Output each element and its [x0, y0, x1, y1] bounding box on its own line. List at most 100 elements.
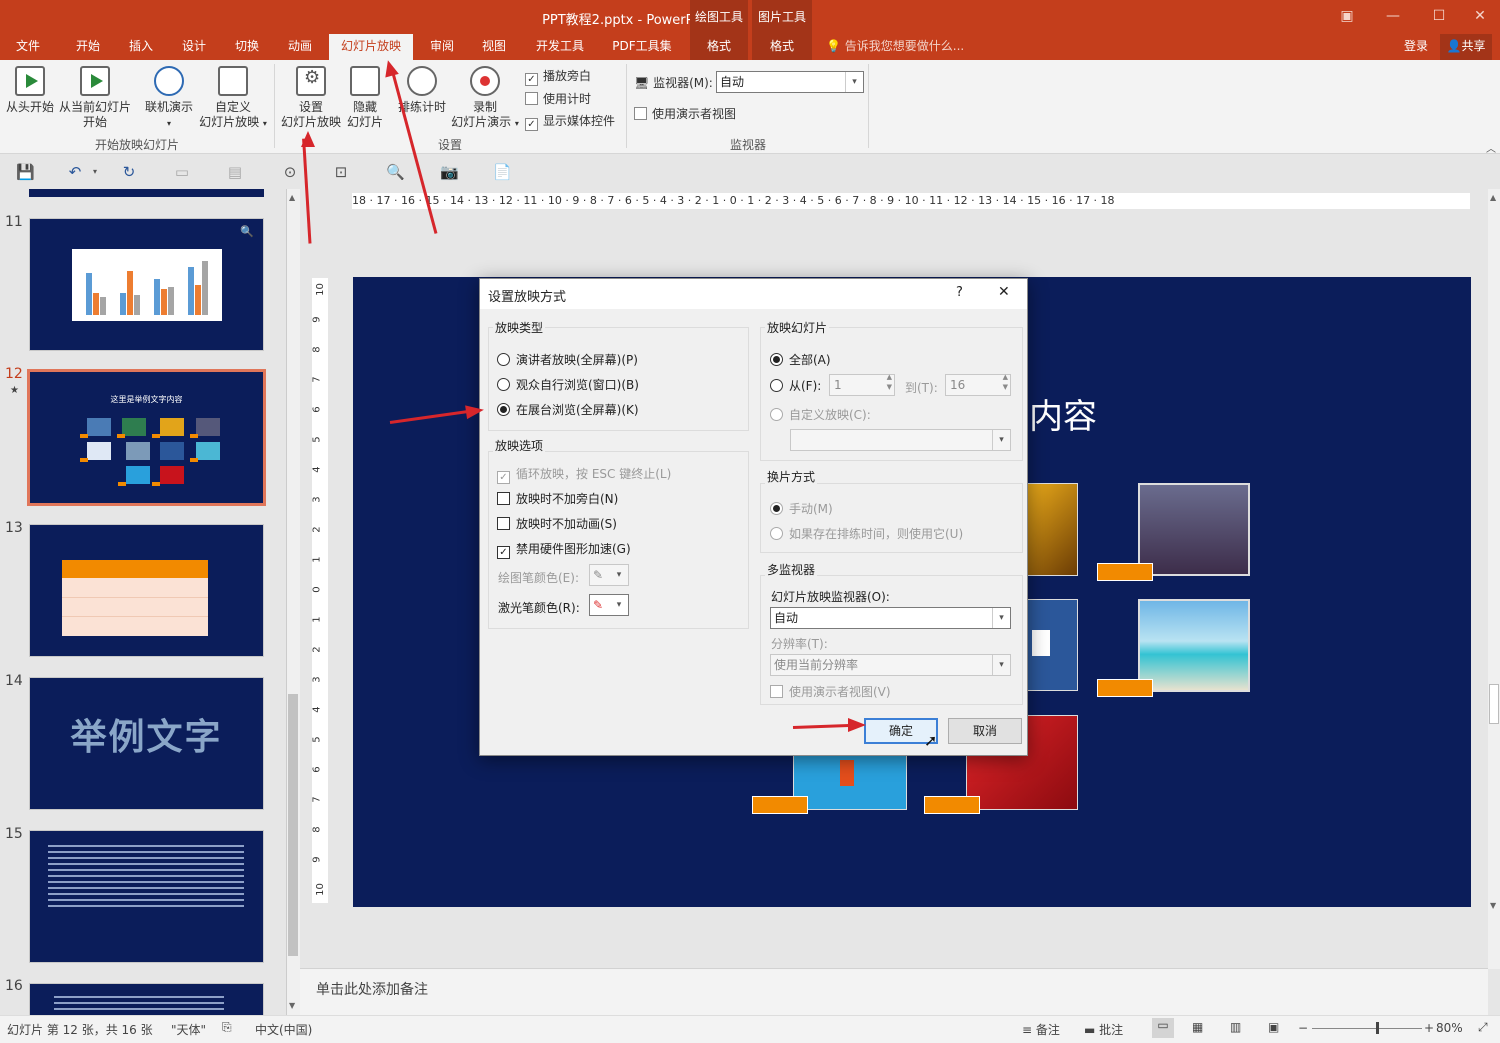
play-narrations-checkbox[interactable]: ✓ 播放旁白	[525, 67, 591, 86]
tab-home[interactable]: 开始	[62, 34, 114, 60]
no-animation-checkbox[interactable]: 放映时不加动画(S)	[497, 515, 617, 532]
scroll-thumb[interactable]	[288, 694, 298, 956]
record-slide-show-button[interactable]: 录制 幻灯片演示 ▾	[450, 66, 520, 131]
zoom-slider-thumb[interactable]	[1376, 1022, 1379, 1034]
slide-10-thumb-partial[interactable]	[29, 189, 264, 197]
caption-tag[interactable]	[752, 796, 808, 814]
spin-arrows-icon[interactable]: ▲ ▼	[887, 372, 892, 392]
close-icon[interactable]: ✕	[1460, 0, 1500, 34]
resolution-select[interactable]: 使用当前分辨率 ▾	[770, 654, 1011, 676]
laser-color-picker[interactable]: ✎ ▾	[589, 594, 629, 616]
hide-slide-button[interactable]: 隐藏 幻灯片	[345, 66, 385, 130]
disable-hw-acceleration-checkbox[interactable]: ✓ 禁用硬件图形加速(G)	[497, 540, 631, 559]
presenter-fullscreen-radio[interactable]: 演讲者放映(全屏幕)(P)	[497, 351, 638, 368]
zoom-out-icon[interactable]: −	[1298, 1021, 1308, 1035]
fit-slide-icon[interactable]: ⤢	[1478, 1020, 1488, 1035]
zoom-level[interactable]: 80%	[1436, 1021, 1463, 1035]
pen-color-picker[interactable]: ✎ ▾	[589, 564, 629, 586]
share-button[interactable]: 👤共享	[1440, 34, 1492, 60]
tab-view[interactable]: 视图	[470, 34, 518, 60]
redo-icon[interactable]: ↻	[120, 163, 138, 181]
photo-city-night[interactable]	[1138, 483, 1250, 576]
custom-show-radio[interactable]: 自定义放映(C):	[770, 406, 871, 423]
help-button[interactable]: ?	[956, 285, 963, 300]
no-narration-checkbox[interactable]: 放映时不加旁白(N)	[497, 490, 618, 507]
comments-toggle[interactable]: ▬ 批注	[1084, 1021, 1123, 1038]
undo-icon[interactable]: ↶	[66, 163, 84, 181]
presenter-icon[interactable]: ⊙	[281, 163, 299, 181]
slide-thumb-11[interactable]: 🔍	[29, 218, 264, 351]
tab-developer[interactable]: 开发工具	[522, 34, 598, 60]
from-beginning-button[interactable]: 从头开始	[4, 66, 56, 115]
all-slides-radio[interactable]: 全部(A)	[770, 351, 831, 368]
photo-word-icon[interactable]	[1027, 599, 1078, 691]
loop-checkbox[interactable]: ✓ 循环放映，按 ESC 键终止(L)	[497, 465, 671, 484]
tab-design[interactable]: 设计	[168, 34, 220, 60]
set-up-slide-show-button[interactable]: 设置 幻灯片放映	[280, 66, 342, 130]
preview-icon[interactable]: 🔍	[386, 163, 405, 181]
layout-icon[interactable]: ▤	[226, 163, 244, 181]
tell-me-box[interactable]: 💡 告诉我您想要做什么...	[826, 34, 976, 60]
caption-tag[interactable]	[1097, 563, 1153, 581]
monitor-select[interactable]: 自动 ▾	[716, 71, 864, 93]
camera-icon[interactable]: 📷	[440, 163, 459, 181]
from-slide-radio[interactable]: 从(F):	[770, 377, 821, 394]
caption-tag[interactable]	[924, 796, 980, 814]
dialog-presenter-view-checkbox[interactable]: 使用演示者视图(V)	[770, 683, 891, 700]
slide-sorter-icon[interactable]: ▦	[1192, 1020, 1203, 1034]
caption-tag[interactable]	[1097, 679, 1153, 697]
tab-file[interactable]: 文件	[4, 34, 52, 60]
spin-arrows-icon[interactable]: ▲ ▼	[1003, 372, 1008, 392]
reading-view-icon[interactable]: ▥	[1230, 1020, 1241, 1034]
use-timings-checkbox[interactable]: 使用计时	[525, 90, 591, 107]
custom-show-select[interactable]: ▾	[790, 429, 1011, 451]
tab-review[interactable]: 审阅	[418, 34, 466, 60]
slide-show-monitor-select[interactable]: 自动 ▾	[770, 607, 1011, 629]
individual-window-radio[interactable]: 观众自行浏览(窗口)(B)	[497, 376, 639, 393]
slideshow-icon[interactable]: ⊡	[332, 163, 350, 181]
slide-thumb-14[interactable]: 举例文字	[29, 677, 264, 810]
tab-format-drawing[interactable]: 格式	[690, 34, 748, 60]
editor-scrollbar[interactable]: ▲ ▼	[1488, 189, 1500, 969]
custom-slide-show-button[interactable]: 自定义 幻灯片放映 ▾	[198, 66, 268, 131]
slide-title-fragment[interactable]: 内容	[1029, 389, 1097, 438]
to-slide-input[interactable]: 16 ▲ ▼	[945, 372, 1011, 396]
use-timings-radio[interactable]: 如果存在排练时间，则使用它(U)	[770, 525, 963, 542]
spellcheck-icon[interactable]: ⎘	[222, 1020, 232, 1035]
tab-animations[interactable]: 动画	[274, 34, 326, 60]
photo-beach[interactable]	[1138, 599, 1250, 692]
normal-view-icon[interactable]: ▭	[1152, 1018, 1174, 1038]
login-link[interactable]: 登录	[1396, 34, 1436, 60]
document-icon[interactable]: 📄	[493, 163, 512, 181]
present-online-button[interactable]: 联机演示 ▾	[142, 66, 196, 131]
ribbon-display-icon[interactable]: ▣	[1324, 0, 1370, 34]
tab-slide-show[interactable]: 幻灯片放映	[329, 34, 413, 60]
scroll-thumb[interactable]	[1489, 684, 1499, 724]
slide-thumb-16[interactable]	[29, 983, 264, 1015]
notes-placeholder[interactable]: 单击此处添加备注	[316, 979, 428, 999]
collapse-ribbon-icon[interactable]: ︿	[1486, 140, 1496, 155]
thumbnail-scrollbar[interactable]: ▲ ▼	[286, 189, 300, 1015]
slide-thumb-13[interactable]	[29, 524, 264, 657]
kiosk-fullscreen-radio[interactable]: 在展台浏览(全屏幕)(K)	[497, 401, 639, 418]
tab-format-picture[interactable]: 格式	[752, 34, 812, 60]
photo-office-logo[interactable]	[793, 747, 907, 810]
zoom-in-icon[interactable]: +	[1424, 1021, 1434, 1035]
scroll-up-icon[interactable]: ▲	[1490, 193, 1496, 202]
from-current-button[interactable]: 从当前幻灯片 开始	[58, 66, 132, 130]
notes-toggle[interactable]: ≡ 备注	[1022, 1021, 1060, 1038]
slide-show-view-icon[interactable]: ▣	[1268, 1020, 1279, 1034]
new-slide-icon[interactable]: ▭	[173, 163, 191, 181]
use-presenter-view-checkbox[interactable]: 使用演示者视图	[634, 105, 736, 122]
minimize-icon[interactable]: —	[1370, 0, 1416, 34]
scroll-up-icon[interactable]: ▲	[289, 193, 295, 202]
photo-autumn-leaf[interactable]	[1027, 483, 1078, 576]
tab-pdf-tools[interactable]: PDF工具集	[602, 34, 682, 60]
dialog-close-button[interactable]: ✕	[998, 284, 1010, 300]
show-media-controls-checkbox[interactable]: ✓ 显示媒体控件	[525, 112, 615, 131]
cancel-button[interactable]: 取消	[948, 718, 1022, 744]
slide-thumb-15[interactable]	[29, 830, 264, 963]
manual-advance-radio[interactable]: 手动(M)	[770, 500, 833, 517]
tab-insert[interactable]: 插入	[116, 34, 166, 60]
from-slide-input[interactable]: 1 ▲ ▼	[829, 372, 895, 396]
